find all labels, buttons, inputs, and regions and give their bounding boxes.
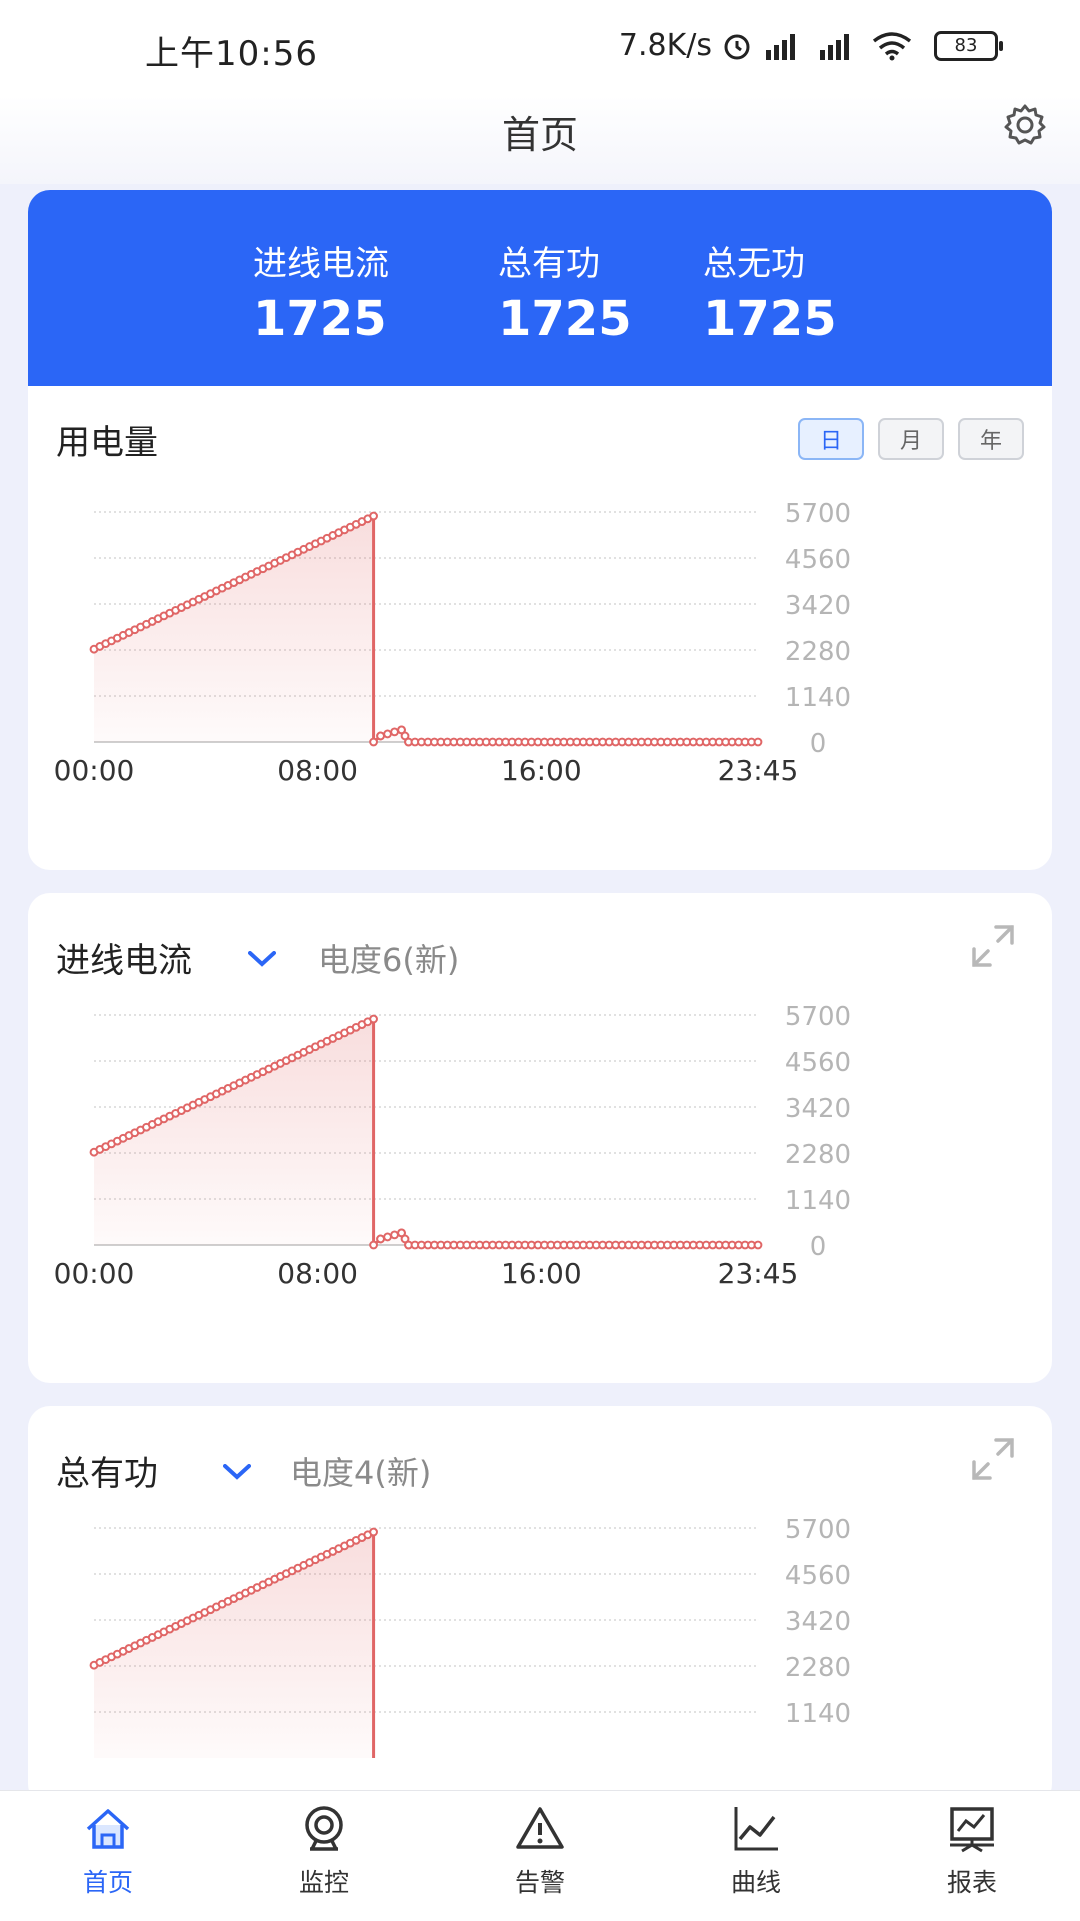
- y-tick-label: 0: [810, 729, 827, 759]
- range-selector: 日 月 年: [798, 418, 1024, 460]
- summary-banner: 进线电流 1725 总有功 1725 总无功 1725: [28, 190, 1052, 386]
- data-point: [390, 727, 399, 737]
- data-point: [376, 731, 385, 741]
- range-month-button[interactable]: 月: [878, 418, 944, 460]
- home-icon: [86, 1809, 130, 1849]
- y-tick-label: 3420: [785, 1607, 851, 1637]
- data-point: [369, 1527, 378, 1537]
- data-point: [753, 737, 763, 747]
- x-tick-label: 08:00: [277, 754, 358, 787]
- x-tick-label: 08:00: [277, 1257, 358, 1290]
- y-tick-label: 1140: [785, 683, 851, 713]
- active-power-chart: 1140 2280 3420 4560 5700: [89, 1515, 851, 1758]
- y-tick-label: 0: [810, 1232, 827, 1262]
- energy-chart: 0 1140 2280 3420 4560 5700 00:00 08:00 16:00 23:4…: [54, 499, 851, 787]
- signal-icon-2: [820, 33, 849, 60]
- expand-icon[interactable]: [968, 921, 1018, 971]
- data-point: [369, 1240, 378, 1250]
- metric-value: 1725: [703, 291, 837, 347]
- data-point: [369, 737, 378, 747]
- page-title: 首页: [501, 113, 578, 157]
- tab-label: 报表: [946, 1868, 997, 1897]
- alarm-icon: [724, 34, 750, 59]
- data-point: [369, 511, 378, 521]
- y-tick-label: 5700: [785, 499, 851, 529]
- y-tick-label: 1140: [785, 1186, 851, 1216]
- expand-icon[interactable]: [968, 1434, 1018, 1484]
- y-tick-label: 3420: [785, 591, 851, 621]
- network-speed: 7.8K/s: [618, 28, 712, 63]
- chevron-down-icon[interactable]: [248, 951, 276, 967]
- active-power-card: 总有功 电度4(新) 1140 2280 3420 4560 5700: [28, 1406, 1052, 1806]
- metric-current: 进线电流 1725: [253, 236, 389, 347]
- tab-report[interactable]: 报表: [864, 1791, 1080, 1921]
- data-point: [383, 1232, 392, 1242]
- card-title: 进线电流: [56, 941, 192, 981]
- data-point: [383, 729, 392, 739]
- range-year-button[interactable]: 年: [958, 418, 1024, 460]
- y-tick-label: 1140: [785, 1699, 851, 1729]
- tab-alarm[interactable]: 告警: [432, 1791, 648, 1921]
- battery-level: 83: [954, 35, 978, 56]
- range-day-button[interactable]: 日: [798, 418, 864, 460]
- series-area: [94, 1019, 758, 1245]
- metric-reactive-power: 总无功 1725: [703, 236, 837, 347]
- tab-label: 曲线: [730, 1868, 781, 1897]
- tab-curve[interactable]: 曲线: [648, 1791, 864, 1921]
- chevron-down-icon[interactable]: [223, 1464, 251, 1480]
- y-tick-label: 4560: [785, 545, 851, 575]
- gear-icon[interactable]: [1000, 100, 1050, 150]
- data-point: [369, 1014, 378, 1024]
- metric-value: 1725: [253, 291, 387, 347]
- signal-icon: [766, 33, 795, 60]
- series-area: [94, 516, 758, 742]
- metric-label: 进线电流: [253, 244, 389, 284]
- tab-monitor[interactable]: 监控: [216, 1791, 432, 1921]
- y-tick-label: 3420: [785, 1094, 851, 1124]
- y-tick-label: 5700: [785, 1515, 851, 1545]
- y-tick-label: 2280: [785, 1653, 851, 1683]
- y-tick-label: 2280: [785, 637, 851, 667]
- status-bar: 上午10:56 7.8K/s 83: [0, 0, 1080, 96]
- bottom-tab-bar: 首页 监控 告警 曲线 报表: [0, 1790, 1080, 1921]
- current-chart: 0 1140 2280 3420 4560 5700 00:00 08:00 16:00 23:4…: [54, 1002, 851, 1290]
- tab-label: 首页: [82, 1868, 133, 1897]
- metric-active-power: 总有功 1725: [498, 236, 632, 347]
- header: 首页: [0, 96, 1080, 184]
- y-tick-label: 5700: [785, 1002, 851, 1032]
- data-point: [753, 1240, 763, 1250]
- y-tick-label: 4560: [785, 1048, 851, 1078]
- x-tick-label: 23:45: [718, 1257, 799, 1290]
- x-tick-label: 00:00: [54, 1257, 135, 1290]
- metric-label: 总无功: [703, 244, 805, 284]
- overview-card: 进线电流 1725 总有功 1725 总无功 1725 用电量 日 月 年 0 1…: [28, 190, 1052, 870]
- x-tick-label: 23:45: [718, 754, 799, 787]
- meter-select[interactable]: 电度6(新): [318, 935, 459, 981]
- wifi-icon: [872, 31, 912, 60]
- tab-home[interactable]: 首页: [0, 1791, 216, 1921]
- x-tick-label: 00:00: [54, 754, 135, 787]
- line-chart-icon: [734, 1807, 778, 1851]
- battery-icon: 83: [934, 30, 1003, 61]
- card-title: 总有功: [56, 1454, 158, 1494]
- metric-value: 1725: [498, 291, 632, 347]
- data-point: [390, 1230, 399, 1240]
- x-tick-label: 16:00: [501, 754, 582, 787]
- report-icon: [950, 1807, 994, 1853]
- camera-icon: [305, 1806, 343, 1851]
- status-icons: 7.8K/s 83: [618, 28, 1003, 63]
- warning-icon: [516, 1807, 564, 1849]
- tab-label: 监控: [298, 1868, 349, 1897]
- card-title: 用电量: [56, 423, 158, 463]
- metric-label: 总有功: [498, 244, 600, 284]
- y-tick-label: 4560: [785, 1561, 851, 1591]
- status-time: 上午10:56: [145, 34, 318, 74]
- y-tick-label: 2280: [785, 1140, 851, 1170]
- data-point: [376, 1234, 385, 1244]
- meter-select[interactable]: 电度4(新): [290, 1448, 431, 1494]
- current-card: 进线电流 电度6(新) 0 1140 2280 3420 4560 5700 00:00 08…: [28, 893, 1052, 1383]
- tab-label: 告警: [514, 1868, 565, 1897]
- x-tick-label: 16:00: [501, 1257, 582, 1290]
